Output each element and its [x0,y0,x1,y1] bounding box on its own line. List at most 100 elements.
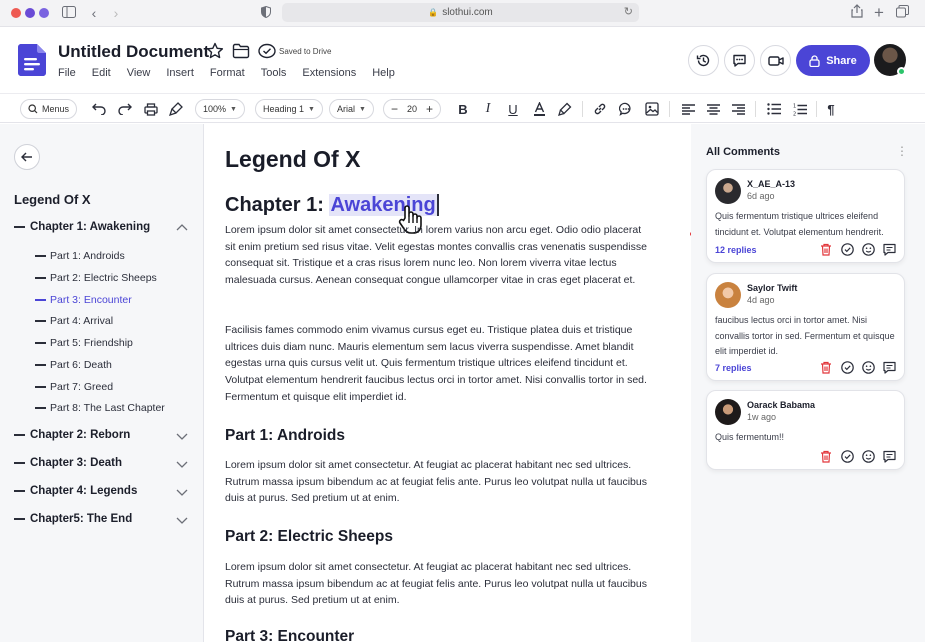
share-page-icon[interactable] [848,4,866,22]
maximize-window-button[interactable] [39,8,49,18]
reload-icon[interactable]: ↻ [624,3,633,22]
address-bar[interactable]: 🔒 slothui.com ↻ [282,3,639,22]
share-button[interactable]: Share [796,45,870,76]
font-size-stepper[interactable]: − 20 + [383,99,441,119]
outline-chapter-5[interactable]: Chapter5: The End [14,513,190,531]
new-tab-icon[interactable]: + [870,4,888,22]
add-comment-button[interactable] [617,100,635,118]
paint-format-button[interactable] [167,100,185,118]
font-size-value[interactable]: 20 [407,104,417,114]
outline-chapter-1[interactable]: Chapter 1: Awakening [14,221,190,239]
paragraph[interactable]: Lorem ipsum dolor sit amet consectetur. … [225,457,650,507]
minimize-window-button[interactable] [25,8,35,18]
highlight-button[interactable] [556,100,574,118]
video-call-button[interactable] [760,45,791,76]
numbered-list-button[interactable]: 12 [791,100,809,118]
menu-file[interactable]: File [58,67,76,79]
comment-card[interactable]: Saylor Twift 4d ago faucibus lectus orci… [706,273,905,381]
emoji-icon[interactable] [861,360,875,374]
chevron-down-icon[interactable] [176,458,188,470]
reply-icon[interactable] [882,242,896,256]
tabs-overview-icon[interactable] [893,4,911,22]
insert-link-button[interactable] [591,100,609,118]
forward-icon[interactable]: › [107,4,125,22]
comment-card[interactable]: X_AE_A-13 6d ago Quis fermentum tristiqu… [706,169,905,263]
outline-chapter-3[interactable]: Chapter 3: Death [14,457,190,475]
chevron-down-icon[interactable] [176,430,188,442]
insert-image-button[interactable] [643,100,661,118]
bold-button[interactable]: B [454,100,472,118]
decrease-size-button[interactable]: − [391,102,398,116]
chevron-down-icon[interactable] [176,486,188,498]
resolve-check-icon[interactable] [840,360,854,374]
align-right-button[interactable] [729,100,747,118]
back-button[interactable] [14,144,40,170]
resolve-check-icon[interactable] [840,449,854,463]
outline-chapter-4[interactable]: Chapter 4: Legends [14,485,190,503]
reply-icon[interactable] [882,449,896,463]
outline-part-3[interactable]: Part 3: Encounter [35,294,132,306]
comment-card[interactable]: Oarack Babama 1w ago Quis fermentum!! [706,390,905,470]
outline-part-5[interactable]: Part 5: Friendship [35,337,133,349]
print-button[interactable] [142,100,160,118]
outline-part-4[interactable]: Part 4: Arrival [35,315,113,327]
more-options-icon[interactable]: ⋮ [896,144,908,158]
chevron-down-icon[interactable] [176,514,188,526]
reply-icon[interactable] [882,360,896,374]
paragraph-marks-button[interactable]: ¶ [822,100,840,118]
bulleted-list-button[interactable] [765,100,783,118]
italic-button[interactable]: I [479,100,497,118]
menu-format[interactable]: Format [210,67,245,79]
delete-icon[interactable] [819,360,833,374]
paragraph[interactable]: Facilisis fames commodo enim vivamus cur… [225,322,650,406]
menu-view[interactable]: View [127,67,151,79]
chevron-up-icon[interactable] [176,222,188,234]
align-left-button[interactable] [679,100,697,118]
outline-part-2[interactable]: Part 2: Electric Sheeps [35,272,157,284]
folder-icon[interactable] [232,42,250,60]
part-heading[interactable]: Part 2: Electric Sheeps [225,528,393,546]
menu-extensions[interactable]: Extensions [302,67,356,79]
outline-part-6[interactable]: Part 6: Death [35,359,112,371]
emoji-icon[interactable] [861,242,875,256]
document-title[interactable]: Untitled Document [58,42,209,62]
comments-button[interactable] [724,45,755,76]
shield-icon[interactable] [257,4,275,22]
outline-part-1[interactable]: Part 1: Androids [35,250,125,262]
menu-insert[interactable]: Insert [166,67,194,79]
outline-chapter-2[interactable]: Chapter 2: Reborn [14,429,190,447]
sidebar-toggle-icon[interactable] [60,4,78,22]
redo-button[interactable] [116,100,134,118]
menu-edit[interactable]: Edit [92,67,111,79]
outline-part-8[interactable]: Part 8: The Last Chapter [35,402,165,414]
close-window-button[interactable] [11,8,21,18]
emoji-icon[interactable] [861,449,875,463]
replies-link[interactable]: 7 replies [715,363,752,373]
font-select[interactable]: Arial ▼ [329,99,374,119]
document-heading[interactable]: Legend Of X [225,146,360,173]
replies-link[interactable]: 12 replies [715,245,757,255]
delete-icon[interactable] [819,242,833,256]
version-history-button[interactable] [688,45,719,76]
part-heading[interactable]: Part 1: Androids [225,427,345,445]
zoom-select[interactable]: 100% ▼ [195,99,245,119]
link-icon [594,103,606,115]
undo-button[interactable] [90,100,108,118]
menu-tools[interactable]: Tools [261,67,287,79]
resolve-check-icon[interactable] [840,242,854,256]
star-icon[interactable] [206,42,224,60]
document-canvas[interactable]: Legend Of X Chapter 1: Awakening Lorem i… [205,124,690,642]
back-icon[interactable]: ‹ [85,4,103,22]
style-select[interactable]: Heading 1 ▼ [255,99,323,119]
increase-size-button[interactable]: + [426,102,433,116]
menu-help[interactable]: Help [372,67,395,79]
paragraph[interactable]: Lorem ipsum dolor sit amet consectetur. … [225,559,650,609]
part-heading[interactable]: Part 3: Encounter [225,628,354,642]
delete-icon[interactable] [819,449,833,463]
underline-button[interactable]: U [504,100,522,118]
menus-search-button[interactable]: Menus [20,99,78,119]
paragraph[interactable]: Lorem ipsum dolor sit amet consectetur. … [225,222,650,289]
align-center-button[interactable] [704,100,722,118]
outline-part-7[interactable]: Part 7: Greed [35,381,113,393]
text-color-button[interactable] [530,100,548,118]
